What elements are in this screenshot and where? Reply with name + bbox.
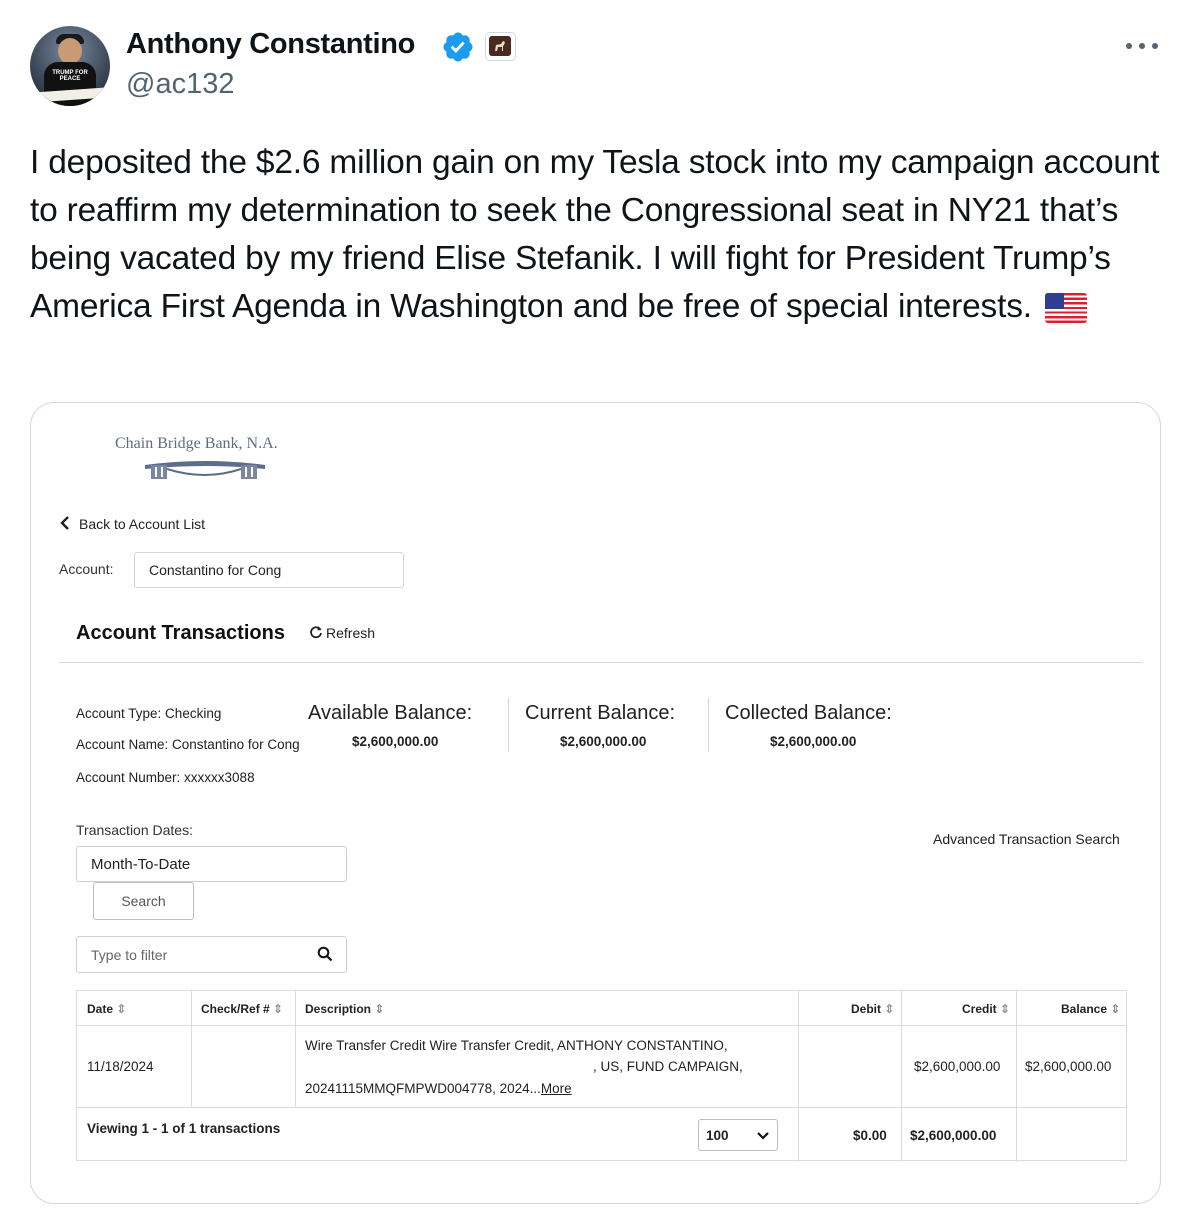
us-flag-emoji	[1044, 293, 1087, 323]
table-col-divider	[1016, 991, 1017, 1162]
cell-description-line1: Wire Transfer Credit Wire Transfer Credi…	[305, 1038, 728, 1053]
transaction-dates-value: Month-To-Date	[91, 856, 191, 873]
table-col-divider	[798, 991, 799, 1162]
column-header-credit[interactable]: Credit ⇕	[962, 1002, 1010, 1016]
account-number: Account Number: xxxxxx3088	[76, 770, 255, 785]
transaction-dates-select[interactable]: Month-To-Date	[76, 846, 347, 882]
available-balance-value: $2,600,000.00	[352, 734, 439, 749]
section-title: Account Transactions	[76, 622, 285, 644]
balance-divider	[508, 698, 509, 752]
cell-description-line3: 20241115MMQFMPWD004778, 2024...More	[305, 1081, 572, 1096]
author-name[interactable]: Anthony Constantino	[126, 28, 415, 61]
bank-logo-text: Chain Bridge Bank, N.A.	[115, 435, 278, 452]
more-dot	[1139, 43, 1145, 49]
account-select-value: Constantino for Cong	[149, 562, 282, 578]
search-button[interactable]: Search	[93, 882, 194, 920]
cell-date: 11/18/2024	[87, 1059, 154, 1074]
account-type: Account Type: Checking	[76, 706, 222, 721]
account-label: Account:	[59, 561, 114, 577]
media-card[interactable]: Chain Bridge Bank, N.A. Back to Account …	[30, 402, 1161, 1204]
tweet-text: I deposited the $2.6 million gain on my …	[30, 144, 1160, 325]
avatar-shirt-text: TRUMP FOR PEACE	[52, 70, 88, 82]
balance-divider	[708, 698, 709, 752]
cell-description-line2: , US, FUND CAMPAIGN,	[593, 1059, 743, 1074]
verified-badge-icon	[443, 32, 473, 62]
more-dot	[1152, 43, 1158, 49]
column-header-check-ref[interactable]: Check/Ref # ⇕	[201, 1002, 283, 1016]
column-header-balance[interactable]: Balance ⇕	[1061, 1002, 1120, 1016]
column-header-label: Date	[87, 1002, 114, 1016]
column-header-date[interactable]: Date ⇕	[87, 1002, 126, 1016]
author-handle[interactable]: @ac132	[126, 68, 234, 101]
current-balance-value: $2,600,000.00	[560, 734, 647, 749]
sort-icon[interactable]: ⇕	[374, 1002, 384, 1016]
filter-input[interactable]: Type to filter	[76, 936, 347, 973]
flag-canton	[1044, 293, 1064, 309]
sort-icon[interactable]: ⇕	[116, 1002, 126, 1016]
page-size-value: 100	[706, 1128, 729, 1143]
affiliate-badge-fill	[489, 36, 511, 56]
table-col-divider	[191, 991, 192, 1107]
avatar-head	[58, 38, 82, 64]
more-dot	[1126, 43, 1132, 49]
transaction-dates-label: Transaction Dates:	[76, 822, 193, 838]
refresh-icon[interactable]	[309, 625, 323, 639]
collected-balance-value: $2,600,000.00	[770, 734, 857, 749]
viewing-count: Viewing 1 - 1 of 1 transactions	[87, 1121, 281, 1136]
chevron-left-icon[interactable]	[59, 515, 71, 531]
debit-total: $0.00	[853, 1128, 887, 1143]
affiliate-badge-icon[interactable]	[485, 32, 516, 61]
current-balance-label: Current Balance:	[525, 702, 676, 724]
filter-placeholder: Type to filter	[91, 947, 168, 963]
table-divider	[77, 1107, 1126, 1108]
more-link[interactable]: More	[541, 1081, 572, 1096]
collected-balance-label: Collected Balance:	[725, 702, 892, 724]
sort-icon[interactable]: ⇕	[1110, 1002, 1120, 1016]
cell-description-text: 20241115MMQFMPWD004778, 2024...	[305, 1081, 541, 1096]
sort-icon[interactable]: ⇕	[884, 1002, 894, 1016]
refresh-button[interactable]: Refresh	[326, 625, 375, 641]
column-header-label: Description	[305, 1002, 372, 1016]
table-col-divider	[295, 991, 296, 1107]
sort-icon[interactable]: ⇕	[273, 1002, 283, 1016]
bridge-logo-icon	[145, 461, 265, 479]
cell-credit: $2,600,000.00	[914, 1059, 1001, 1074]
column-header-label: Credit	[962, 1002, 997, 1016]
account-select[interactable]: Constantino for Cong	[134, 552, 404, 588]
column-header-label: Check/Ref #	[201, 1002, 270, 1016]
account-name: Account Name: Constantino for Cong	[76, 737, 300, 752]
horse-icon	[495, 41, 505, 51]
credit-total: $2,600,000.00	[910, 1128, 997, 1143]
table-col-divider	[901, 991, 902, 1162]
page-size-select[interactable]: 100	[698, 1119, 778, 1151]
transactions-table: Date ⇕ Check/Ref # ⇕ Description ⇕ Debit…	[76, 990, 1127, 1162]
column-header-label: Debit	[851, 1002, 881, 1016]
more-options-icon[interactable]	[1124, 34, 1160, 58]
column-header-debit[interactable]: Debit ⇕	[851, 1002, 894, 1016]
table-divider	[77, 1025, 1126, 1026]
advanced-search-link[interactable]: Advanced Transaction Search	[933, 831, 1120, 847]
avatar[interactable]: TRUMP FOR PEACE	[30, 26, 110, 106]
search-icon[interactable]	[317, 946, 333, 962]
search-button-label: Search	[121, 893, 166, 909]
column-header-label: Balance	[1061, 1002, 1108, 1016]
section-divider	[59, 662, 1143, 663]
column-header-description[interactable]: Description ⇕	[305, 1002, 384, 1016]
tweet-text-block: I deposited the $2.6 million gain on my …	[30, 139, 1160, 331]
sort-icon[interactable]: ⇕	[1000, 1002, 1010, 1016]
cell-balance: $2,600,000.00	[1025, 1059, 1112, 1074]
chevron-down-icon	[757, 1132, 769, 1140]
back-to-account-list-link[interactable]: Back to Account List	[79, 516, 205, 532]
available-balance-label: Available Balance:	[308, 702, 473, 724]
